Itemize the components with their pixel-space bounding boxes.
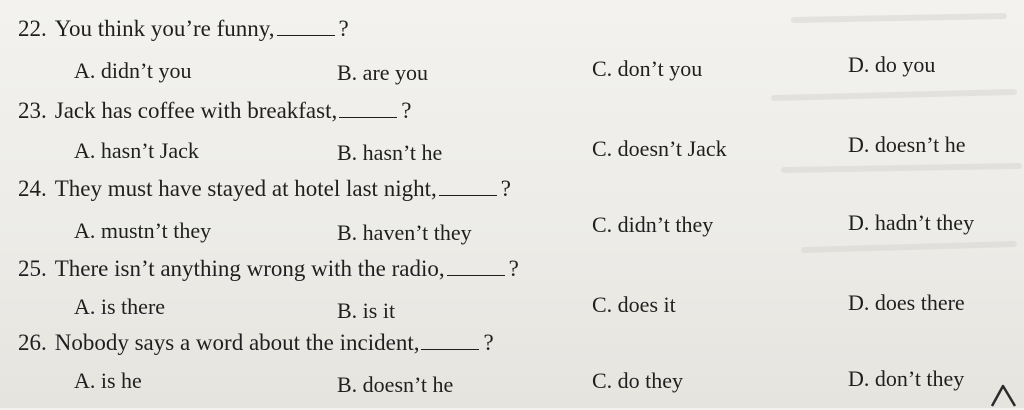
question-25: 25. There isn’t anything wrong with the r… — [0, 256, 1024, 336]
option-d: D. hadn’t they — [848, 210, 975, 235]
option-b: B. is it — [337, 298, 396, 323]
answer-blank — [421, 331, 480, 350]
question-mark: ? — [508, 256, 519, 281]
question-stem: 26. Nobody says a word about the incident… — [18, 330, 494, 356]
option-b: B. hasn’t he — [337, 140, 443, 165]
question-mark: ? — [338, 16, 349, 41]
question-text: Jack has coffee with breakfast, — [54, 98, 338, 123]
option-c: C. don’t you — [592, 56, 703, 81]
option-c: C. do they — [592, 368, 684, 393]
question-text: There isn’t anything wrong with the radi… — [54, 256, 445, 281]
option-a: A. mustn’t they — [74, 218, 212, 243]
option-a: A. hasn’t Jack — [74, 138, 199, 163]
worksheet-page: 22. You think you’re funny,? A. didn’t yo… — [0, 0, 1024, 408]
option-c: C. didn’t they — [592, 212, 714, 237]
option-a: A. is there — [74, 294, 166, 319]
question-text: You think you’re funny, — [54, 16, 275, 41]
question-26: 26. Nobody says a word about the incident… — [0, 330, 1024, 410]
option-b: B. haven’t they — [337, 220, 472, 245]
option-d: D. doesn’t he — [848, 132, 966, 157]
option-a: A. didn’t you — [74, 58, 192, 83]
answer-blank — [446, 257, 505, 276]
question-number: 22. — [18, 16, 47, 41]
question-mark: ? — [483, 330, 494, 355]
question-mark: ? — [500, 176, 511, 201]
question-22: 22. You think you’re funny,? A. didn’t yo… — [0, 16, 1024, 96]
option-b: B. doesn’t he — [337, 372, 454, 397]
question-mark: ? — [401, 98, 412, 123]
answer-blank — [276, 17, 335, 36]
question-23: 23. Jack has coffee with breakfast,? A. h… — [0, 98, 1024, 178]
option-d: D. does there — [848, 290, 965, 315]
question-number: 26. — [18, 330, 47, 355]
question-stem: 25. There isn’t anything wrong with the r… — [18, 256, 519, 282]
question-text: Nobody says a word about the incident, — [54, 330, 420, 355]
question-24: 24. They must have stayed at hotel last n… — [0, 176, 1024, 256]
question-number: 25. — [18, 256, 47, 281]
option-a: A. is he — [74, 368, 142, 393]
question-number: 23. — [18, 98, 47, 123]
answer-blank — [339, 99, 398, 118]
question-stem: 22. You think you’re funny,? — [18, 16, 349, 42]
page-corner-mark — [990, 384, 1017, 407]
question-stem: 24. They must have stayed at hotel last n… — [18, 176, 511, 202]
answer-blank — [438, 177, 497, 196]
option-c: C. does it — [592, 292, 676, 317]
question-text: They must have stayed at hotel last nigh… — [54, 176, 437, 201]
option-b: B. are you — [337, 60, 429, 85]
option-c: C. doesn’t Jack — [592, 136, 727, 161]
option-d: D. do you — [848, 52, 936, 77]
option-d: D. don’t they — [848, 366, 965, 391]
question-number: 24. — [18, 176, 47, 201]
question-stem: 23. Jack has coffee with breakfast,? — [18, 98, 411, 124]
